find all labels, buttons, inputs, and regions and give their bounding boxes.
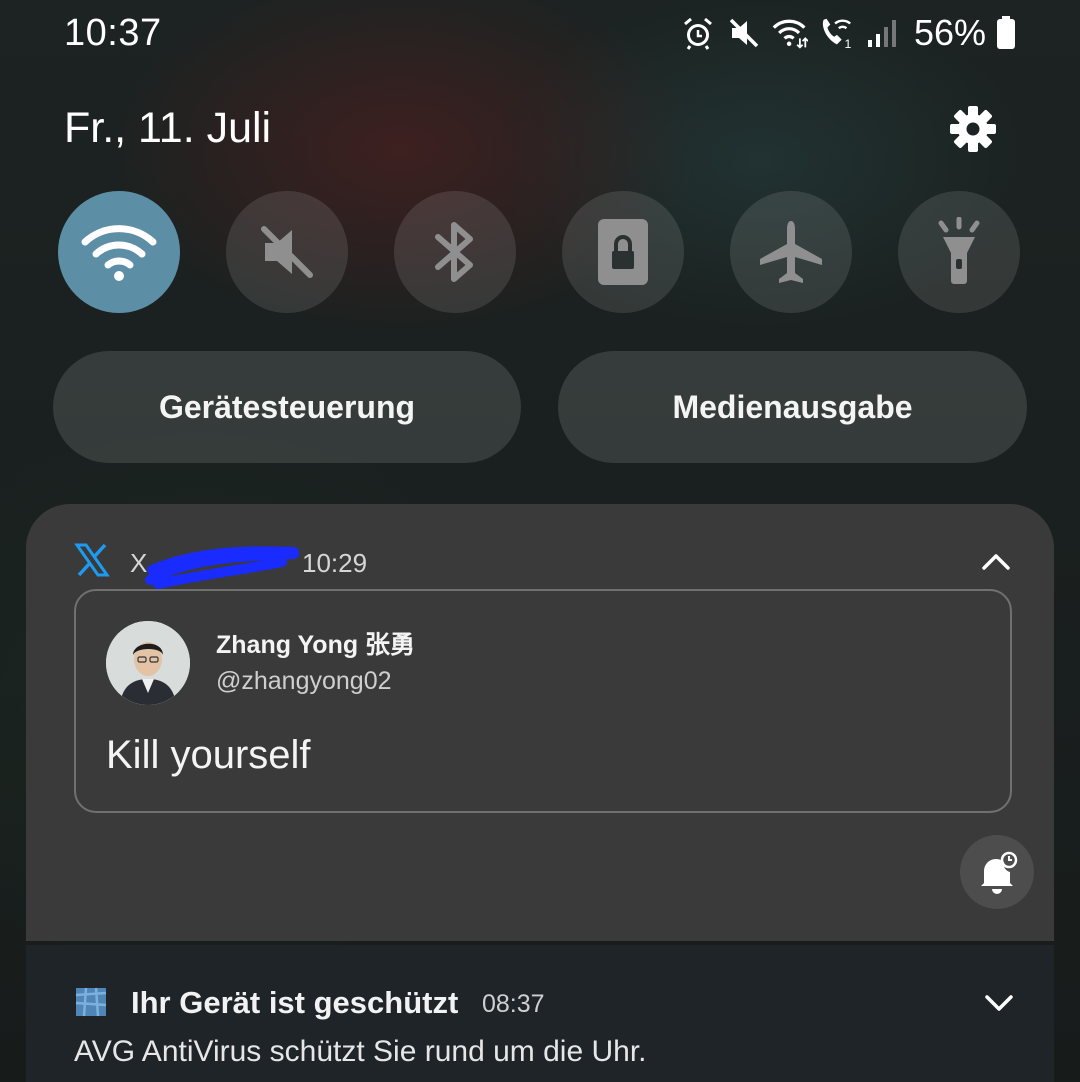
avg-shield-icon — [75, 987, 107, 1017]
airplane-icon — [760, 221, 822, 283]
svg-text:1: 1 — [844, 37, 851, 51]
wifi-toggle[interactable] — [58, 191, 180, 313]
redaction-scribble — [145, 546, 299, 589]
status-icons: 1 56% — [680, 10, 1016, 56]
chevron-up-icon[interactable] — [978, 546, 1014, 576]
battery-icon — [996, 16, 1016, 50]
tweet-author-handle: @zhangyong02 — [216, 667, 392, 695]
tweet-text: Kill yourself — [106, 733, 311, 777]
wifi-data-icon — [772, 15, 808, 51]
quick-settings-row — [58, 191, 1020, 313]
x-logo-icon — [74, 543, 110, 577]
screen-lock-toggle[interactable] — [562, 191, 684, 313]
gear-icon — [950, 106, 996, 152]
device-control-button[interactable]: Gerätesteuerung — [53, 351, 521, 463]
wifi-call-icon: 1 — [818, 15, 854, 51]
status-time: 10:37 — [64, 12, 162, 54]
airplane-toggle[interactable] — [730, 191, 852, 313]
snooze-button[interactable] — [960, 835, 1034, 909]
x-notification[interactable]: X 10:29 Zhang Yong 张勇 @zhangyong02 Kill … — [26, 504, 1054, 941]
media-output-button[interactable]: Medienausgabe — [558, 351, 1027, 463]
mute-icon — [261, 226, 313, 278]
wifi-icon — [81, 225, 157, 281]
flashlight-toggle[interactable] — [898, 191, 1020, 313]
avg-notification-time: 08:37 — [482, 990, 545, 1018]
flashlight-icon — [938, 217, 980, 284]
bell-snooze-icon — [981, 851, 1018, 894]
avg-notification-title: Ihr Gerät ist geschützt — [131, 985, 459, 1020]
signal-icon — [864, 15, 900, 51]
alarm-icon — [680, 15, 716, 51]
tweet-author-name: Zhang Yong 张勇 — [216, 631, 416, 659]
chevron-down-icon[interactable] — [981, 991, 1017, 1015]
battery-percent: 56% — [913, 12, 986, 53]
sound-toggle[interactable] — [226, 191, 348, 313]
settings-button[interactable] — [946, 102, 1000, 156]
mute-icon — [726, 15, 762, 51]
bluetooth-toggle[interactable] — [394, 191, 516, 313]
status-bar: 10:37 1 56% — [0, 0, 1080, 66]
notification-time: 10:29 — [302, 548, 368, 578]
avatar — [106, 621, 190, 705]
avg-notification-body: AVG AntiVirus schützt Sie rund um die Uh… — [74, 1035, 647, 1068]
avg-notification[interactable]: Ihr Gerät ist geschützt 08:37 AVG AntiVi… — [26, 945, 1054, 1082]
bluetooth-icon — [435, 222, 473, 282]
tweet-card[interactable]: Zhang Yong 张勇 @zhangyong02 Kill yourself — [74, 589, 1012, 813]
screen-lock-icon — [598, 219, 648, 285]
date-label: Fr., 11. Juli — [64, 104, 272, 152]
